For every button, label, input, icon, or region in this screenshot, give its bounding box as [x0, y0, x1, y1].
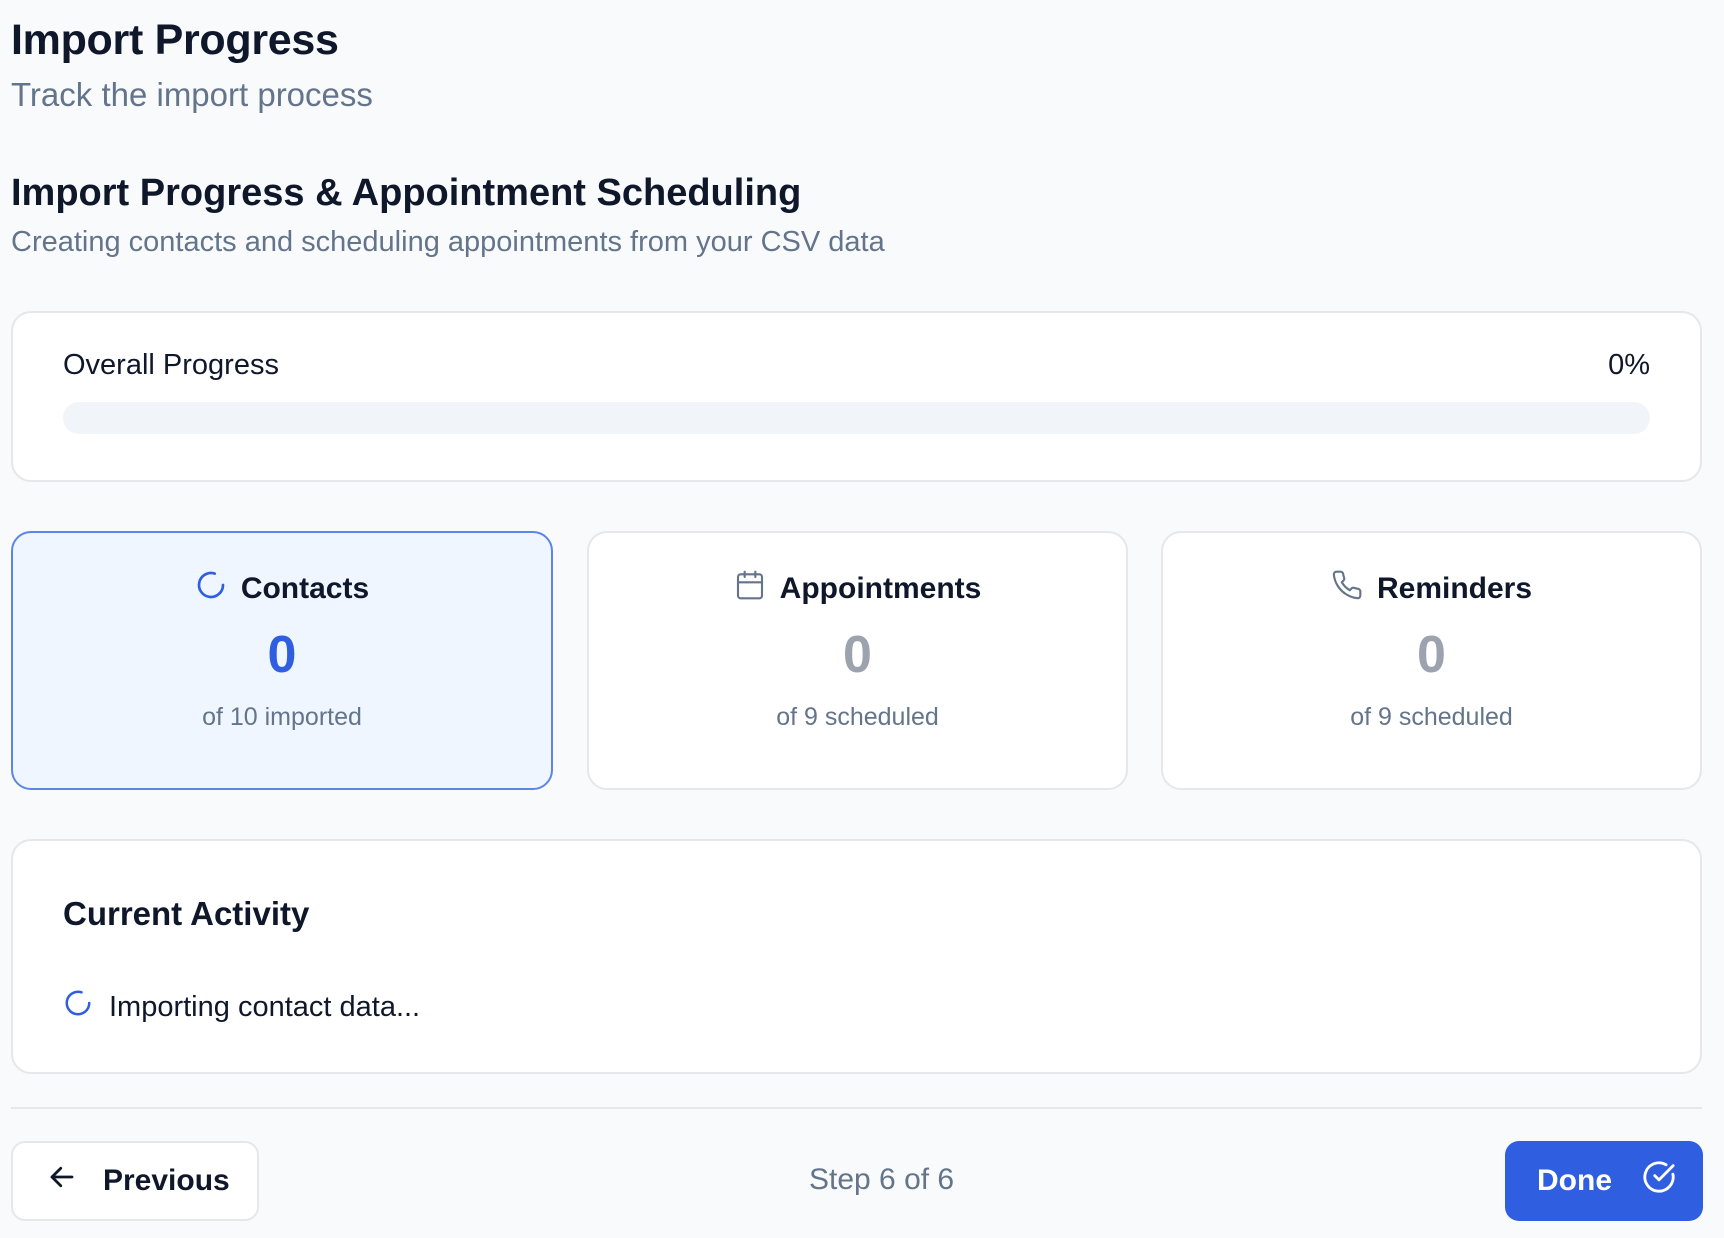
page-subtitle: Track the import process — [11, 76, 373, 113]
arrow-left-icon — [47, 1162, 77, 1200]
reminders-stat-header: Reminders — [1163, 569, 1700, 609]
appointments-stat-header: Appointments — [589, 569, 1126, 609]
contacts-stat-count: 0 — [267, 626, 297, 684]
check-circle-icon — [1642, 1160, 1676, 1202]
contacts-stat-card: Contacts 0 of 10 imported — [11, 531, 553, 790]
contacts-stat-label: Contacts — [240, 572, 370, 605]
overall-progress-label: Overall Progress — [63, 349, 279, 381]
footer-divider — [11, 1107, 1702, 1109]
appointments-stat-label: Appointments — [779, 572, 982, 605]
done-button[interactable]: Done — [1505, 1141, 1703, 1221]
loader-icon — [63, 988, 93, 1026]
current-activity-title: Current Activity — [63, 895, 310, 932]
current-activity-card: Current Activity Importing contact data.… — [11, 839, 1702, 1074]
section-title: Import Progress & Appointment Scheduling — [11, 172, 802, 214]
previous-button[interactable]: Previous — [11, 1141, 259, 1221]
overall-progress-bar — [63, 402, 1650, 434]
page-title: Import Progress — [11, 16, 339, 64]
appointments-stat-card: Appointments 0 of 9 scheduled — [587, 531, 1128, 790]
loader-icon — [195, 569, 227, 609]
reminders-stat-label: Reminders — [1376, 572, 1533, 605]
previous-button-label: Previous — [103, 1164, 230, 1197]
overall-progress-value: 0% — [1608, 349, 1650, 381]
calendar-icon — [734, 569, 766, 609]
import-progress-page: Import Progress Track the import process… — [0, 0, 1724, 1238]
done-button-label: Done — [1537, 1164, 1612, 1197]
contacts-stat-caption: of 10 imported — [202, 703, 362, 731]
overall-progress-card: Overall Progress 0% — [11, 311, 1702, 482]
reminders-stat-count: 0 — [1417, 626, 1446, 684]
section-subtitle: Creating contacts and scheduling appoint… — [11, 226, 885, 258]
phone-icon — [1331, 569, 1363, 609]
contacts-stat-header: Contacts — [13, 569, 551, 609]
reminders-stat-card: Reminders 0 of 9 scheduled — [1161, 531, 1702, 790]
current-activity-row: Importing contact data... — [63, 988, 420, 1026]
current-activity-status: Importing contact data... — [109, 990, 421, 1023]
step-indicator: Step 6 of 6 — [809, 1163, 955, 1196]
reminders-stat-caption: of 9 scheduled — [1350, 703, 1513, 731]
appointments-stat-caption: of 9 scheduled — [776, 703, 939, 731]
appointments-stat-count: 0 — [843, 626, 872, 684]
